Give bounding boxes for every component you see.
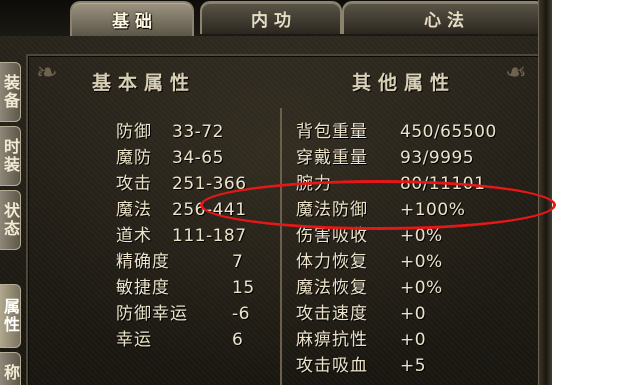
stat-label: 防御幸运 — [116, 304, 188, 324]
other-row-paralysis-resist: 麻痹抗性 +0 — [296, 328, 536, 352]
side-tab-attributes[interactable]: 属性 — [0, 284, 21, 348]
stat-label: 攻击速度 — [296, 304, 368, 324]
stat-value: 93/9995 — [400, 148, 475, 168]
stat-value: +0 — [400, 330, 427, 350]
basic-row-taoism: 道术 111-187 — [116, 224, 276, 248]
side-tab-fashion-label: 时装 — [1, 138, 20, 174]
tab-bar: 基础 内功 心法 — [0, 0, 552, 36]
corner-ornament-icon: ❧ — [505, 58, 527, 88]
other-row-life-steal: 攻击吸血 +5 — [296, 354, 536, 378]
column-divider — [280, 108, 282, 385]
other-row-wear-weight: 穿戴重量 93/9995 — [296, 146, 536, 170]
stat-label: 魔法 — [116, 200, 152, 220]
side-tab-status[interactable]: 状态 — [0, 190, 21, 250]
stat-label: 背包重量 — [296, 122, 368, 142]
other-row-hp-regen: 体力恢复 +0% — [296, 250, 536, 274]
tab-basic-label: 基础 — [112, 12, 158, 32]
stat-value: 111-187 — [172, 226, 247, 246]
stat-value: +5 — [400, 356, 427, 376]
basic-row-luck: 幸运 6 — [116, 328, 276, 352]
stat-label: 魔防 — [116, 148, 152, 168]
other-row-mp-regen: 魔法恢复 +0% — [296, 276, 536, 300]
basic-attributes-title: 基本属性 — [92, 72, 197, 94]
stat-value: -6 — [232, 304, 250, 324]
basic-row-defense-luck: 防御幸运 -6 — [116, 302, 276, 326]
tab-xinfa[interactable]: 心法 — [342, 1, 546, 34]
basic-row-accuracy: 精确度 7 — [116, 250, 276, 274]
other-row-attack-speed: 攻击速度 +0 — [296, 302, 536, 326]
corner-ornament-icon: ❧ — [36, 58, 58, 88]
stat-value: +0% — [400, 278, 443, 298]
stat-label: 魔法恢复 — [296, 278, 368, 298]
side-tab-bar: 装备 时装 状态 属性 称 — [0, 52, 22, 385]
basic-row-agility: 敏捷度 15 — [116, 276, 276, 300]
panel-right-border — [538, 0, 552, 385]
stat-value: 7 — [232, 252, 244, 272]
other-row-bag-weight: 背包重量 450/65500 — [296, 120, 536, 144]
side-tab-equipment-label: 装备 — [1, 74, 20, 110]
stat-value: 450/65500 — [400, 122, 497, 142]
stat-value: +0 — [400, 304, 427, 324]
side-tab-title-label: 称 — [1, 364, 20, 382]
other-attributes-title: 其他属性 — [352, 72, 457, 94]
tab-basic[interactable]: 基础 — [70, 1, 194, 36]
side-tab-attributes-label: 属性 — [1, 298, 20, 334]
annotation-ellipse — [200, 180, 556, 230]
stat-label: 穿戴重量 — [296, 148, 368, 168]
stat-label: 麻痹抗性 — [296, 330, 368, 350]
stat-label: 攻击吸血 — [296, 356, 368, 376]
tab-neigong-label: 内功 — [251, 11, 297, 31]
stat-value: 33-72 — [172, 122, 224, 142]
stat-label: 防御 — [116, 122, 152, 142]
stat-value: 6 — [232, 330, 244, 350]
stat-label: 道术 — [116, 226, 152, 246]
side-tab-status-label: 状态 — [1, 202, 20, 238]
stat-label: 幸运 — [116, 330, 152, 350]
tab-xinfa-label: 心法 — [424, 11, 470, 31]
stat-value: 15 — [232, 278, 255, 298]
tab-neigong[interactable]: 内功 — [200, 1, 342, 34]
side-tab-fashion[interactable]: 时装 — [0, 126, 21, 186]
side-tab-equipment[interactable]: 装备 — [0, 62, 21, 122]
stat-label: 精确度 — [116, 252, 170, 272]
stat-value: +0% — [400, 252, 443, 272]
stat-value: 34-65 — [172, 148, 224, 168]
stat-label: 攻击 — [116, 174, 152, 194]
basic-row-magic-defense: 魔防 34-65 — [116, 146, 276, 170]
stat-label: 敏捷度 — [116, 278, 170, 298]
basic-row-defense: 防御 33-72 — [116, 120, 276, 144]
side-tab-title[interactable]: 称 — [0, 352, 21, 385]
stat-label: 体力恢复 — [296, 252, 368, 272]
